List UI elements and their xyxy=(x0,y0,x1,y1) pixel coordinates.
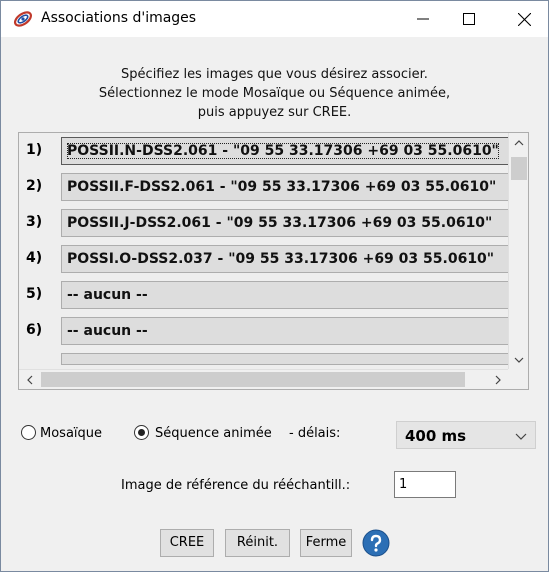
action-buttons: CREE Réinit. Ferme xyxy=(1,529,548,559)
image-select-button-1[interactable]: POSSII.N-DSS2.061 - "09 55 33.17306 +69 … xyxy=(61,137,528,165)
image-select-button-5[interactable]: -- aucun -- xyxy=(61,281,528,309)
maximize-button[interactable] xyxy=(446,1,492,37)
image-label: POSSII.N-DSS2.061 - "09 55 33.17306 +69 … xyxy=(67,143,499,159)
mode-row: Mosaïque Séquence animée - délais: 400 m… xyxy=(21,421,536,449)
close-window-button[interactable] xyxy=(501,1,547,37)
scroll-right-icon[interactable] xyxy=(492,374,504,386)
instructions-text: Spécifiez les images que vous désirez as… xyxy=(1,65,548,122)
window-title: Associations d'images xyxy=(41,10,197,26)
image-row-3: 3) POSSII.J-DSS2.061 - "09 55 33.17306 +… xyxy=(19,205,528,241)
radio-selected-dot xyxy=(138,429,145,436)
row-number: 1) xyxy=(26,142,43,158)
sequence-radio[interactable] xyxy=(134,425,149,440)
instruction-line: Sélectionnez le mode Mosaïque ou Séquenc… xyxy=(98,86,451,101)
image-row-2: 2) POSSII.F-DSS2.061 - "09 55 33.17306 +… xyxy=(19,169,528,205)
minimize-button[interactable] xyxy=(400,1,446,37)
delay-select[interactable]: 400 ms xyxy=(396,421,536,449)
close-icon xyxy=(517,12,531,26)
chevron-down-icon xyxy=(515,433,527,440)
scroll-up-icon[interactable] xyxy=(513,137,525,149)
delay-label: - délais: xyxy=(289,426,341,441)
image-row-4: 4) POSSI.O-DSS2.037 - "09 55 33.17306 +6… xyxy=(19,241,528,277)
scroll-left-icon[interactable] xyxy=(24,374,36,386)
vertical-scroll-thumb[interactable] xyxy=(511,157,527,180)
row-number: 3) xyxy=(26,214,43,230)
mosaic-radio[interactable] xyxy=(21,425,36,440)
scrollbar-corner xyxy=(508,369,528,389)
row-number: 5) xyxy=(26,286,43,302)
reset-button[interactable]: Réinit. xyxy=(225,529,290,557)
image-label: -- aucun -- xyxy=(67,287,148,303)
app-logo-icon xyxy=(13,11,33,27)
image-select-button-2[interactable]: POSSII.F-DSS2.061 - "09 55 33.17306 +69 … xyxy=(61,173,528,201)
horizontal-scrollbar[interactable] xyxy=(19,369,509,389)
reference-label: Image de référence du rééchantill.: xyxy=(121,478,351,493)
row-number: 6) xyxy=(26,322,43,338)
close-button[interactable]: Ferme xyxy=(300,529,352,557)
image-select-button-7[interactable] xyxy=(61,353,528,365)
image-row-6: 6) -- aucun -- xyxy=(19,313,528,349)
help-icon[interactable] xyxy=(362,529,390,557)
sequence-label[interactable]: Séquence animée xyxy=(155,426,272,441)
image-row-5: 5) -- aucun -- xyxy=(19,277,528,313)
title-bar: Associations d'images xyxy=(1,1,548,37)
image-select-button-3[interactable]: POSSII.J-DSS2.061 - "09 55 33.17306 +69 … xyxy=(61,209,528,237)
image-label: -- aucun -- xyxy=(67,323,148,339)
mosaic-label[interactable]: Mosaïque xyxy=(40,426,102,441)
image-list[interactable]: 1) POSSII.N-DSS2.061 - "09 55 33.17306 +… xyxy=(18,132,529,390)
image-select-button-4[interactable]: POSSI.O-DSS2.037 - "09 55 33.17306 +69 0… xyxy=(61,245,528,273)
image-select-button-6[interactable]: -- aucun -- xyxy=(61,317,528,345)
reference-input[interactable]: 1 xyxy=(394,471,456,498)
row-number: 2) xyxy=(26,178,43,194)
instruction-line: Spécifiez les images que vous désirez as… xyxy=(121,67,428,82)
image-label: POSSI.O-DSS2.037 - "09 55 33.17306 +69 0… xyxy=(67,251,495,267)
instruction-line: puis appuyez sur CREE. xyxy=(197,105,352,120)
scroll-down-icon[interactable] xyxy=(513,354,525,366)
maximize-icon xyxy=(463,13,475,25)
reference-row: Image de référence du rééchantill.: 1 xyxy=(1,471,548,499)
create-button[interactable]: CREE xyxy=(160,529,214,557)
horizontal-scroll-thumb[interactable] xyxy=(41,372,465,387)
image-row-1: 1) POSSII.N-DSS2.061 - "09 55 33.17306 +… xyxy=(19,133,528,169)
row-number: 4) xyxy=(26,250,43,266)
delay-value: 400 ms xyxy=(405,427,467,445)
image-label: POSSII.F-DSS2.061 - "09 55 33.17306 +69 … xyxy=(67,179,497,195)
vertical-scrollbar[interactable] xyxy=(508,133,528,370)
image-label: POSSII.J-DSS2.061 - "09 55 33.17306 +69 … xyxy=(67,215,493,231)
minimize-icon xyxy=(417,18,429,20)
dialog-window: Associations d'images Spécifiez les imag… xyxy=(0,0,549,572)
